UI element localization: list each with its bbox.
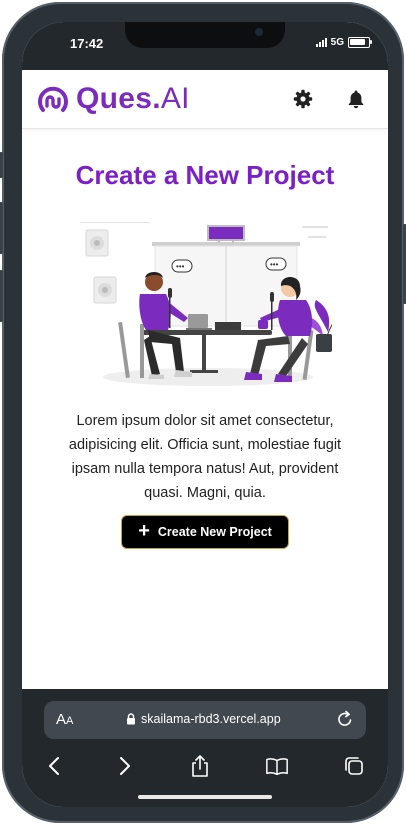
text-size-button[interactable]: AA: [56, 711, 73, 728]
lock-icon: [127, 713, 135, 725]
bookmarks-icon: [266, 758, 288, 776]
url-text: skailama-rbd3.vercel.app: [141, 712, 281, 726]
gear-icon: [293, 89, 313, 109]
settings-button[interactable]: [292, 88, 314, 110]
browser-nav-row: [22, 753, 388, 783]
signal-icon: [315, 38, 327, 47]
podcast-illustration: ••• •••: [80, 222, 332, 386]
phone-volume-down-button: [0, 270, 3, 322]
url-display[interactable]: skailama-rbd3.vercel.app: [126, 712, 281, 726]
create-project-button[interactable]: + Create New Project: [121, 515, 289, 549]
bookmarks-button[interactable]: [265, 753, 289, 779]
logo-brand: Ques.: [76, 82, 161, 115]
app-header: Ques.AI: [22, 70, 388, 129]
address-bar[interactable]: AA skailama-rbd3.vercel.app: [44, 701, 366, 739]
phone-side-button: [0, 152, 3, 178]
bell-icon: [348, 90, 364, 109]
share-button[interactable]: [188, 753, 212, 779]
svg-text:•••: •••: [270, 260, 279, 269]
svg-text:•••: •••: [176, 262, 185, 271]
front-camera: [255, 28, 263, 36]
forward-icon: [120, 757, 130, 775]
text-size-big-a: A: [56, 711, 67, 728]
logo-suffix: AI: [160, 82, 190, 115]
page-title: Create a New Project: [75, 160, 335, 190]
home-indicator: [138, 795, 272, 799]
tabs-button[interactable]: [342, 753, 366, 779]
notifications-button[interactable]: [345, 88, 367, 110]
back-button[interactable]: [42, 753, 66, 779]
phone-frame: 17:42 5G Ques.AI Create a New Project ••…: [0, 2, 406, 823]
create-project-label: Create New Project: [157, 525, 272, 539]
battery-icon: [348, 37, 372, 48]
logo-text: Ques.AI: [76, 82, 190, 116]
reload-button[interactable]: [336, 709, 354, 734]
browser-toolbar: AA skailama-rbd3.vercel.app: [22, 689, 388, 807]
share-icon: [192, 755, 208, 777]
plus-icon: +: [138, 520, 150, 542]
phone-volume-up-button: [0, 202, 3, 254]
back-icon: [49, 757, 59, 775]
app-logo[interactable]: Ques.AI: [36, 82, 190, 116]
tabs-icon: [345, 757, 363, 775]
phone-screen: 17:42 5G Ques.AI Create a New Project ••…: [22, 22, 388, 807]
status-indicators: 5G: [315, 37, 372, 48]
logo-mark-icon: [38, 86, 68, 112]
status-bar: 17:42 5G: [22, 22, 388, 70]
page-description: Lorem ipsum dolor sit amet consectetur, …: [68, 413, 342, 501]
network-label: 5G: [330, 37, 344, 48]
text-size-small-a: A: [66, 715, 74, 727]
reload-icon: [338, 710, 352, 726]
notch: [125, 22, 285, 48]
status-time: 17:42: [70, 36, 104, 51]
forward-button[interactable]: [113, 753, 137, 779]
